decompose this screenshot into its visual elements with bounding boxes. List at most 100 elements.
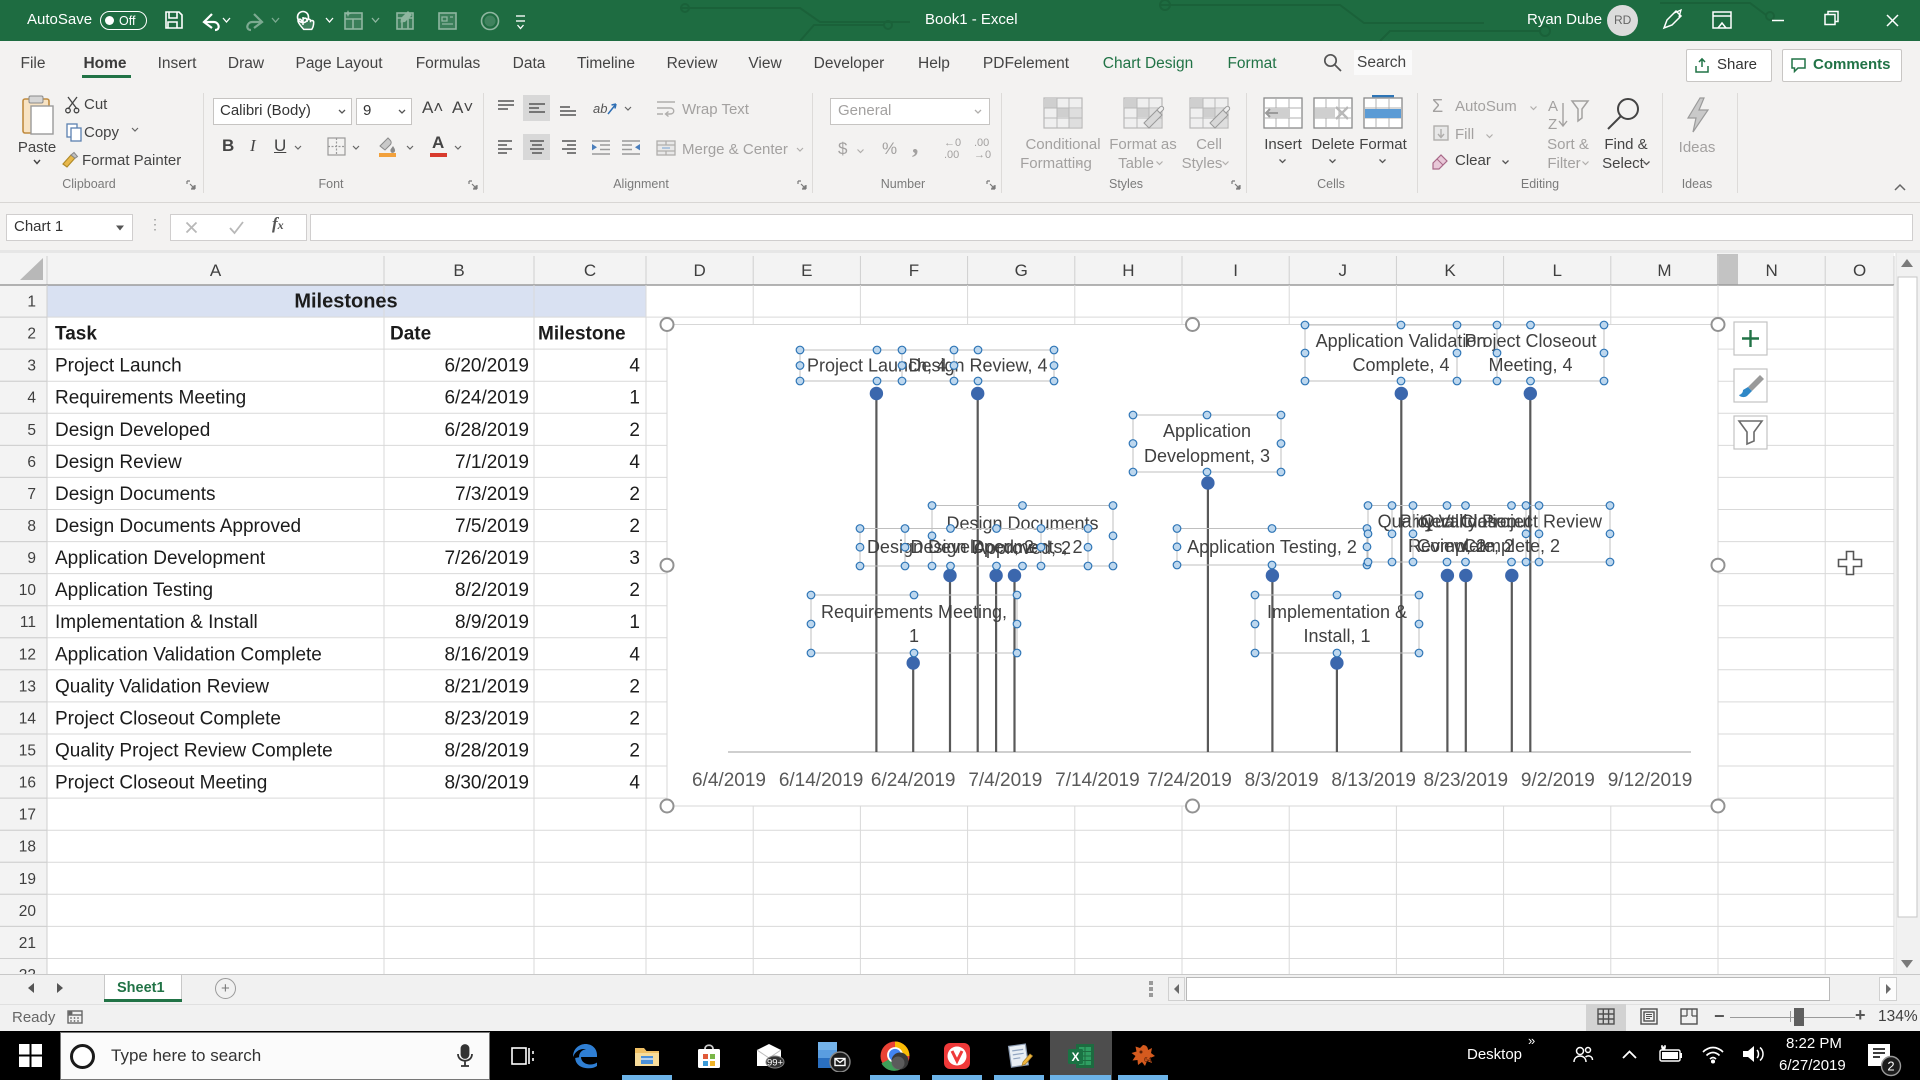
svg-text:6/14/2019: 6/14/2019 <box>779 770 864 791</box>
svg-text:8/21/2019: 8/21/2019 <box>444 676 529 697</box>
svg-text:7/3/2019: 7/3/2019 <box>455 484 529 505</box>
svg-text:Design Documents Approved: Design Documents Approved <box>55 516 301 537</box>
svg-text:Date: Date <box>390 324 431 345</box>
svg-text:C: C <box>584 261 596 280</box>
svg-text:8/23/2019: 8/23/2019 <box>444 708 529 729</box>
svg-text:Application Testing, 2: Application Testing, 2 <box>1187 537 1357 557</box>
svg-text:Design Review: Design Review <box>55 452 182 473</box>
svg-text:8/23/2019: 8/23/2019 <box>1424 770 1509 791</box>
svg-text:Design Documents, 2: Design Documents, 2 <box>910 537 1082 557</box>
svg-text:Quality Project Review Complet: Quality Project Review Complete <box>55 741 333 762</box>
svg-text:21: 21 <box>19 935 36 952</box>
svg-text:64: 64 <box>1144 1057 1152 1064</box>
svg-text:3: 3 <box>27 358 36 375</box>
svg-text:6/24/2019: 6/24/2019 <box>444 388 529 409</box>
svg-text:7/14/2019: 7/14/2019 <box>1055 770 1140 791</box>
svg-text:L: L <box>1552 261 1561 280</box>
svg-text:13: 13 <box>19 678 36 695</box>
svg-text:12: 12 <box>19 646 36 663</box>
svg-text:16: 16 <box>19 775 36 792</box>
svg-text:O: O <box>1853 261 1866 280</box>
svg-text:Install, 1: Install, 1 <box>1303 626 1370 646</box>
svg-text:Quality Validation Review: Quality Validation Review <box>55 676 269 697</box>
svg-text:Application: Application <box>1163 421 1251 441</box>
svg-text:8/13/2019: 8/13/2019 <box>1331 770 1416 791</box>
svg-text:Project Closeout Meeting: Project Closeout Meeting <box>55 773 267 794</box>
svg-text:17: 17 <box>19 807 36 824</box>
svg-text:3: 3 <box>629 548 640 569</box>
svg-text:18: 18 <box>19 839 36 856</box>
svg-text:Application Development: Application Development <box>55 548 266 569</box>
svg-text:Design Developed: Design Developed <box>55 420 210 441</box>
svg-text:6/24/2019: 6/24/2019 <box>871 770 956 791</box>
svg-text:Z: Z <box>1548 116 1557 133</box>
svg-text:Requirements Meeting,: Requirements Meeting, <box>821 602 1007 622</box>
svg-text:8/16/2019: 8/16/2019 <box>444 644 529 665</box>
svg-text:Milestones: Milestones <box>294 291 397 313</box>
svg-text:Quality Project Review: Quality Project Review <box>1421 512 1603 532</box>
svg-text:A: A <box>210 261 222 280</box>
svg-text:8/30/2019: 8/30/2019 <box>444 773 529 794</box>
svg-text:Design Review, 4: Design Review, 4 <box>908 356 1047 376</box>
svg-text:M: M <box>1657 261 1671 280</box>
svg-text:4: 4 <box>629 452 640 473</box>
svg-text:I: I <box>1233 261 1238 280</box>
svg-text:2: 2 <box>629 420 640 441</box>
svg-text:Complete, 4: Complete, 4 <box>1352 355 1449 375</box>
svg-text:B: B <box>453 261 464 280</box>
svg-text:F: F <box>909 261 919 280</box>
svg-text:Project Launch: Project Launch <box>55 356 182 377</box>
svg-text:9: 9 <box>27 550 36 567</box>
svg-text:K: K <box>1444 261 1456 280</box>
svg-text:Task: Task <box>55 324 97 345</box>
svg-text:4: 4 <box>27 390 36 407</box>
svg-text:7/4/2019: 7/4/2019 <box>968 770 1042 791</box>
svg-text:20: 20 <box>19 903 37 920</box>
svg-text:7/5/2019: 7/5/2019 <box>455 516 529 537</box>
svg-text:7: 7 <box>27 486 36 503</box>
svg-text:2: 2 <box>629 516 640 537</box>
svg-text:Implementation & Install: Implementation & Install <box>55 612 258 633</box>
svg-text:11: 11 <box>20 614 36 631</box>
svg-text:Application Validation Complet: Application Validation Complete <box>55 644 322 665</box>
svg-text:Application Testing: Application Testing <box>55 580 213 601</box>
svg-text:1: 1 <box>629 388 640 409</box>
svg-text:8: 8 <box>27 518 36 535</box>
svg-text:1: 1 <box>27 294 36 311</box>
svg-text:D: D <box>693 261 705 280</box>
svg-text:Project Closeout: Project Closeout <box>1464 331 1596 351</box>
svg-text:G: G <box>1015 261 1028 280</box>
svg-text:2: 2 <box>1887 1059 1894 1074</box>
svg-text:6/20/2019: 6/20/2019 <box>444 356 529 377</box>
svg-text:9/12/2019: 9/12/2019 <box>1608 770 1693 791</box>
svg-text:7/1/2019: 7/1/2019 <box>455 452 529 473</box>
svg-text:22: 22 <box>19 967 36 974</box>
svg-text:A: A <box>1548 98 1558 115</box>
svg-text:2: 2 <box>27 326 36 343</box>
svg-text:8/2/2019: 8/2/2019 <box>455 580 529 601</box>
svg-text:Implementation &: Implementation & <box>1267 602 1407 622</box>
svg-text:N: N <box>1765 261 1777 280</box>
svg-text:10: 10 <box>19 582 37 599</box>
svg-text:Project Closeout Complete: Project Closeout Complete <box>55 708 281 729</box>
svg-text:4: 4 <box>629 644 640 665</box>
svg-text:6/4/2019: 6/4/2019 <box>692 770 766 791</box>
svg-text:Design Documents: Design Documents <box>946 514 1098 534</box>
svg-text:8/9/2019: 8/9/2019 <box>455 612 529 633</box>
svg-text:2: 2 <box>629 580 640 601</box>
svg-text:1: 1 <box>629 612 640 633</box>
svg-text:4: 4 <box>629 773 640 794</box>
svg-text:2: 2 <box>629 676 640 697</box>
svg-text:4: 4 <box>629 356 640 377</box>
svg-text:2: 2 <box>629 708 640 729</box>
svg-text:1: 1 <box>909 626 919 646</box>
svg-text:ab: ab <box>593 101 607 116</box>
svg-text:7/24/2019: 7/24/2019 <box>1147 770 1232 791</box>
svg-text:8/28/2019: 8/28/2019 <box>444 741 529 762</box>
svg-text:Application Validation: Application Validation <box>1316 331 1487 351</box>
svg-text:2: 2 <box>629 484 640 505</box>
svg-text:Complete, 2: Complete, 2 <box>1463 536 1560 556</box>
svg-text:Milestone: Milestone <box>538 324 626 345</box>
svg-text:X: X <box>1071 1050 1079 1064</box>
svg-text:5: 5 <box>27 422 36 439</box>
